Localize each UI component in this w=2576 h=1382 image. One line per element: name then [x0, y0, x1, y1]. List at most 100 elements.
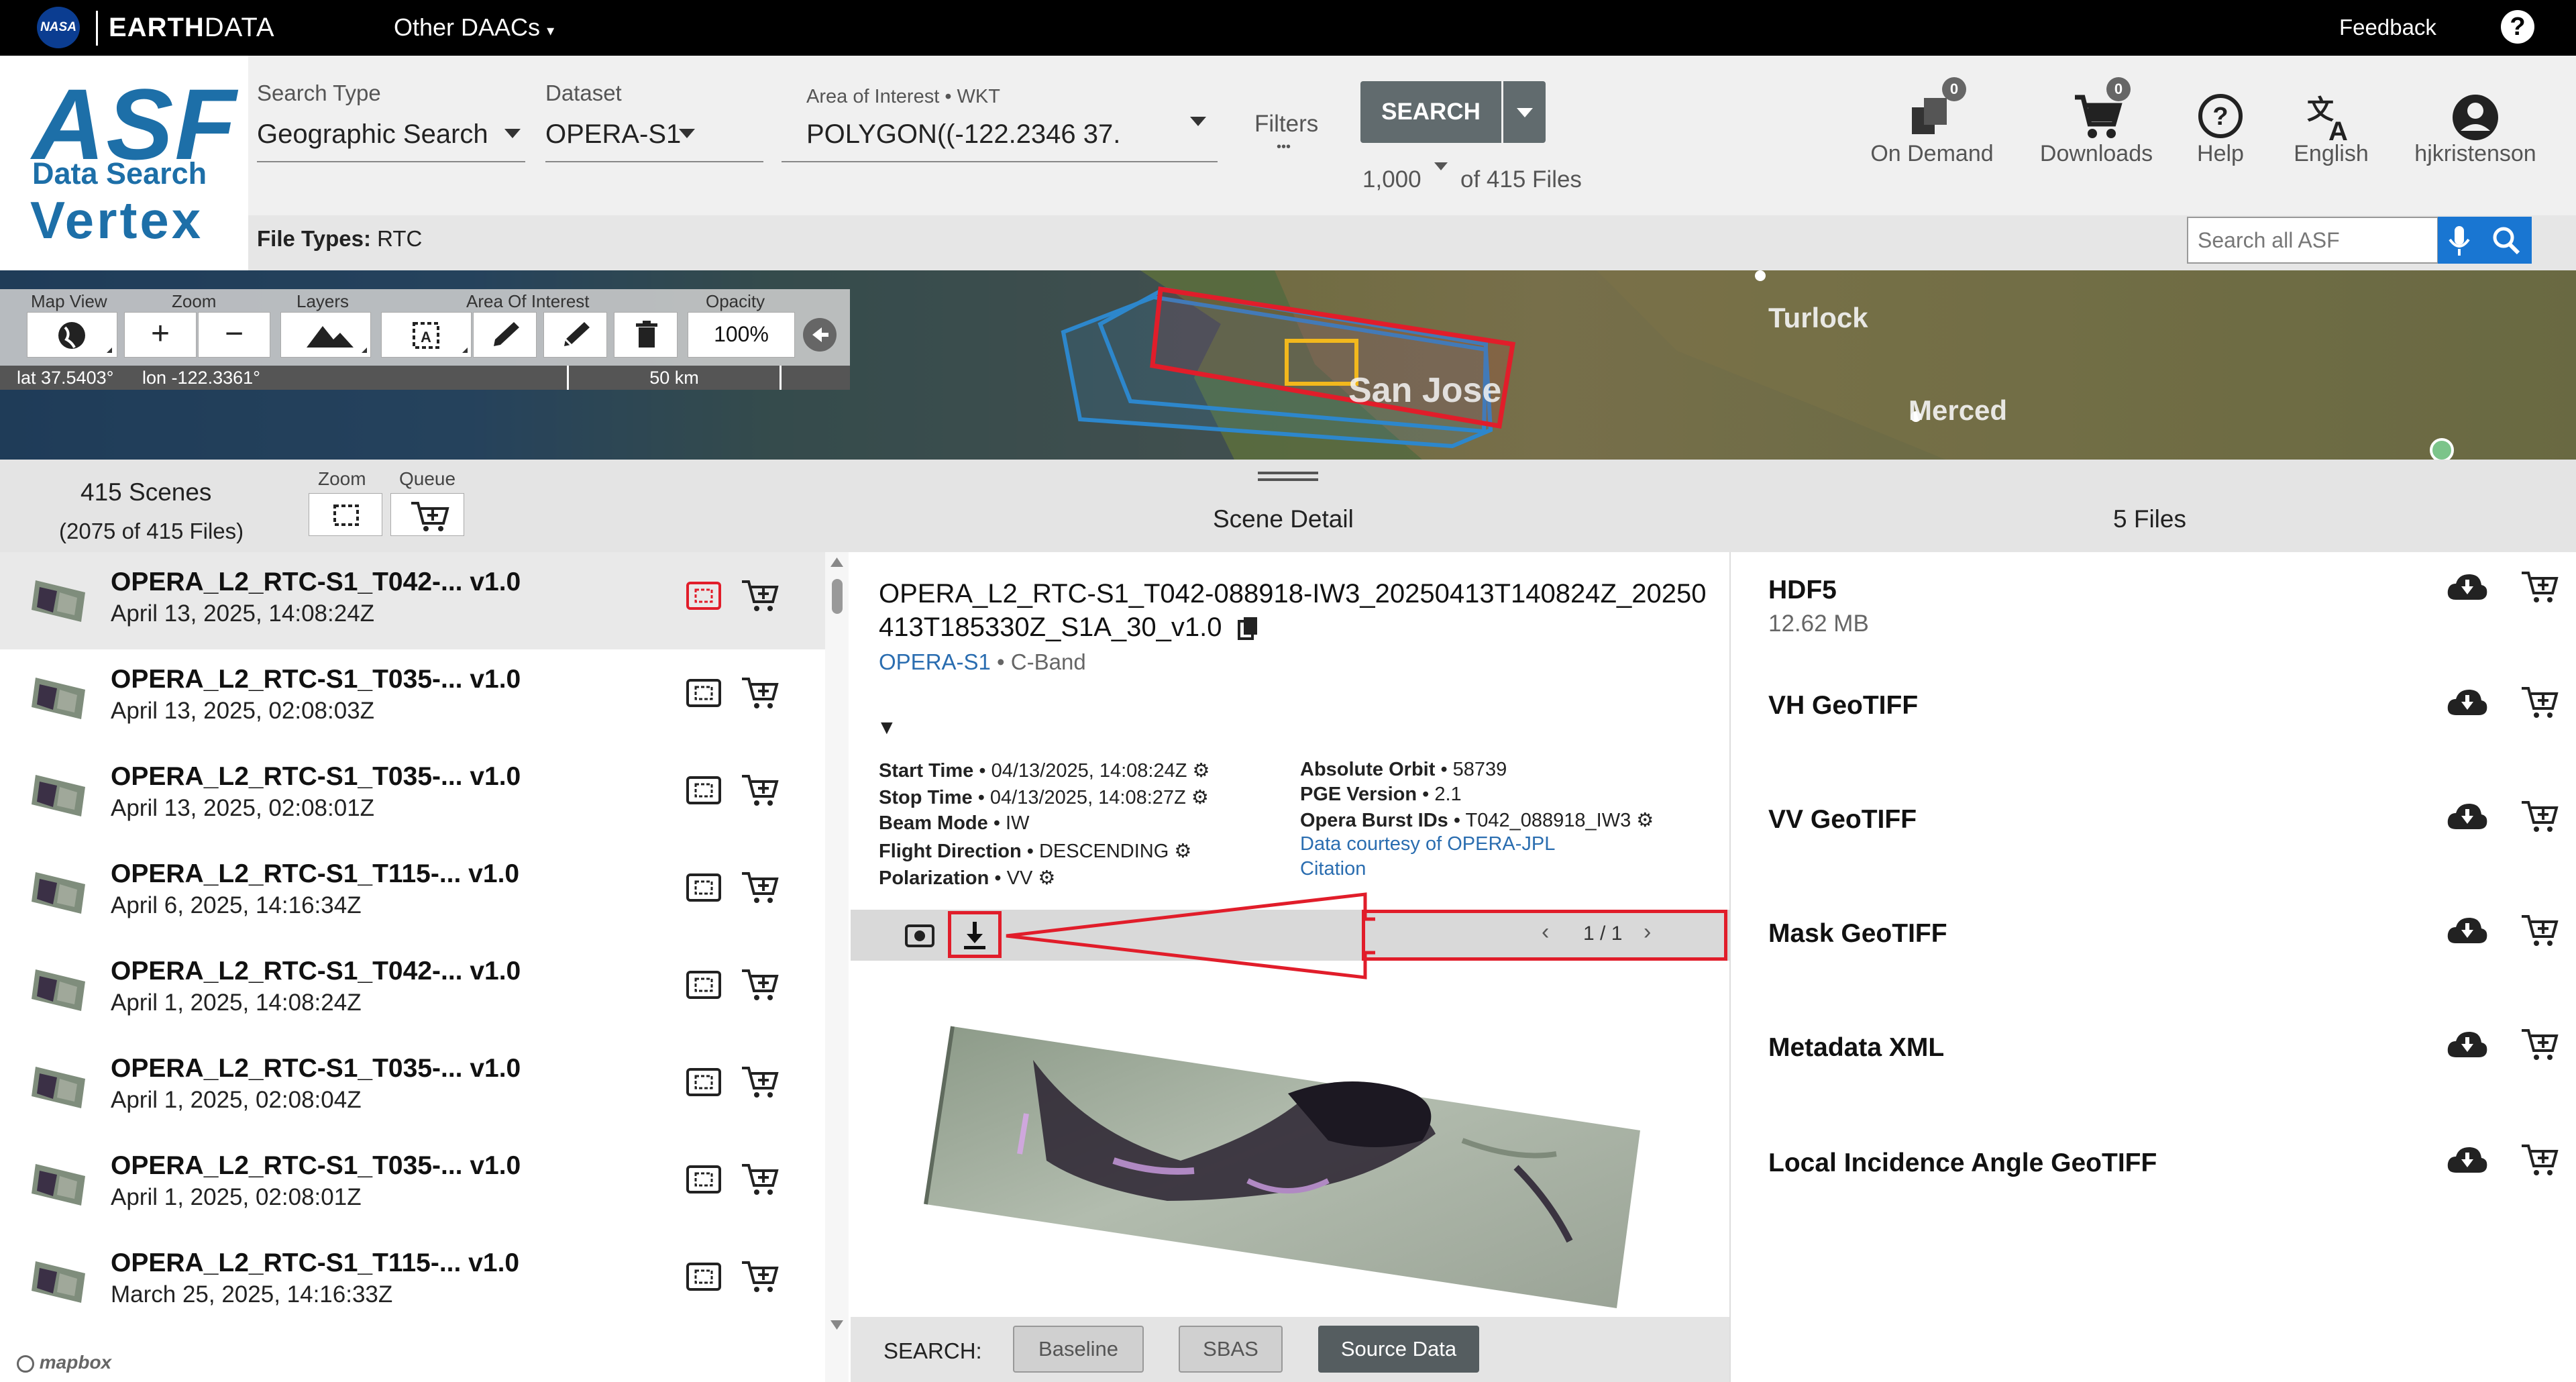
zoom-to-scene-icon[interactable] [684, 579, 724, 613]
on-demand-badge: 0 [1942, 77, 1966, 101]
file-name: VV GeoTIFF [1768, 805, 1917, 834]
add-to-queue-icon[interactable] [739, 1063, 780, 1100]
zoom-to-scene-icon[interactable] [684, 871, 724, 904]
polarization-field: Polarization • VV ⚙ [879, 866, 1055, 890]
scene-row[interactable]: OPERA_L2_RTC-S1_T042-... v1.0 April 1, 20… [0, 941, 825, 1039]
scene-row[interactable]: OPERA_L2_RTC-S1_T115-... v1.0 March 25, 2… [0, 1233, 825, 1330]
add-to-queue-icon[interactable] [739, 576, 780, 614]
add-file-to-queue-button[interactable] [2519, 1140, 2559, 1178]
data-courtesy-link[interactable]: Data courtesy of OPERA-JPL [1300, 833, 1555, 855]
search-options-button[interactable] [1503, 81, 1546, 143]
dataset-link[interactable]: OPERA-S1 [879, 649, 991, 674]
account-circle-icon [2453, 95, 2498, 140]
collapse-toolbar-button[interactable] [802, 317, 838, 353]
zoom-all-button[interactable] [309, 493, 382, 536]
source-data-search-button[interactable]: Source Data [1318, 1326, 1479, 1373]
scene-row[interactable]: OPERA_L2_RTC-S1_T035-... v1.0 April 1, 20… [0, 1039, 825, 1136]
aoi-caret-icon[interactable] [1189, 115, 1208, 127]
zoom-to-scene-icon[interactable] [684, 1065, 724, 1099]
feedback-link[interactable]: Feedback [2339, 15, 2436, 40]
clear-aoi-button[interactable] [614, 312, 678, 358]
gear-icon[interactable]: ⚙ [1038, 867, 1055, 889]
stop-time-label: Stop Time [879, 787, 973, 808]
voice-search-button[interactable] [2438, 217, 2481, 264]
user-account-button[interactable]: hjkristenson [2408, 74, 2542, 174]
add-file-to-queue-button[interactable] [2519, 683, 2559, 721]
scene-list-scrollbar[interactable] [825, 552, 849, 1382]
add-to-queue-icon[interactable] [739, 868, 780, 906]
next-browse-button[interactable]: › [1644, 919, 1651, 945]
gear-icon[interactable]: ⚙ [1192, 760, 1210, 782]
zoom-to-scene-icon[interactable] [684, 968, 724, 1002]
download-file-button[interactable] [2445, 1028, 2489, 1061]
zoom-in-button[interactable]: + [124, 312, 197, 358]
zoom-to-scene-icon[interactable] [684, 676, 724, 710]
nasa-logo[interactable]: NASA [37, 7, 80, 48]
search-all-asf-button[interactable] [2481, 217, 2532, 264]
dataset-caret-icon[interactable] [678, 127, 696, 140]
add-to-queue-icon[interactable] [739, 1160, 780, 1198]
scene-row[interactable]: OPERA_L2_RTC-S1_T035-... v1.0 April 13, 2… [0, 649, 825, 747]
download-file-button[interactable] [2445, 570, 2489, 604]
add-file-to-queue-button[interactable] [2519, 911, 2559, 949]
earthdata-logo[interactable]: EARTHDATA [109, 11, 275, 44]
add-to-queue-icon[interactable] [739, 674, 780, 711]
chevron-right-icon: › [1644, 919, 1652, 945]
gear-icon[interactable]: ⚙ [1636, 810, 1654, 831]
preview-browse-button[interactable] [902, 918, 937, 953]
resize-handle-top[interactable] [1258, 472, 1318, 474]
download-file-button[interactable] [2445, 1143, 2489, 1177]
add-file-to-queue-button[interactable] [2519, 1025, 2559, 1063]
max-results-caret-icon[interactable] [1433, 161, 1449, 172]
download-file-button[interactable] [2445, 800, 2489, 833]
aoi-input[interactable]: POLYGON((-122.2346 37. [806, 119, 1120, 150]
filters-button[interactable]: Filters [1254, 111, 1318, 138]
language-button[interactable]: 文 A English [2288, 74, 2375, 174]
max-results-select[interactable]: 1,000 [1362, 166, 1421, 193]
download-file-button[interactable] [2445, 914, 2489, 947]
zoom-to-scene-icon[interactable] [684, 1260, 724, 1293]
opacity-select[interactable]: 100% [688, 312, 795, 358]
download-file-button[interactable] [2445, 686, 2489, 719]
scene-row[interactable]: OPERA_L2_RTC-S1_T035-... v1.0 April 13, 2… [0, 747, 825, 844]
on-demand-button[interactable]: 0 On Demand [1870, 74, 1994, 174]
gear-icon[interactable]: ⚙ [1174, 841, 1191, 862]
draw-shape-button[interactable]: A [381, 312, 472, 358]
layers-button[interactable] [280, 312, 371, 358]
previous-browse-button[interactable]: ‹ [1542, 919, 1549, 945]
other-daacs-menu[interactable]: Other DAACs ▾ [394, 13, 554, 42]
help-button[interactable]: ? Help [2187, 74, 2254, 174]
collapse-metadata-toggle[interactable]: ▼ [877, 716, 897, 739]
add-to-queue-icon[interactable] [739, 771, 780, 808]
browse-image[interactable] [912, 1000, 1650, 1322]
citation-link[interactable]: Citation [1300, 858, 1366, 880]
baseline-search-button[interactable]: Baseline [1013, 1326, 1144, 1373]
add-to-queue-icon[interactable] [739, 965, 780, 1003]
dataset-select[interactable]: OPERA-S1 [545, 119, 681, 150]
zoom-out-button[interactable]: − [198, 312, 270, 358]
help-icon[interactable]: ? [2501, 10, 2534, 44]
mapbox-attribution[interactable]: mapbox [17, 1352, 111, 1373]
map-view-button[interactable] [27, 312, 117, 358]
edit-aoi-button[interactable] [473, 312, 537, 358]
resize-handle-bottom[interactable] [1258, 478, 1318, 481]
zoom-to-scene-icon[interactable] [684, 774, 724, 807]
scene-row[interactable]: OPERA_L2_RTC-S1_T035-... v1.0 April 1, 20… [0, 1136, 825, 1233]
scene-row[interactable]: OPERA_L2_RTC-S1_T042-... v1.0 April 13, 2… [0, 552, 825, 649]
copy-icon[interactable] [1236, 616, 1259, 641]
sbas-search-button[interactable]: SBAS [1179, 1326, 1283, 1373]
scene-date: April 13, 2025, 02:08:03Z [111, 698, 375, 724]
freehand-draw-button[interactable] [543, 312, 607, 358]
gear-icon[interactable]: ⚙ [1191, 787, 1209, 808]
search-type-select[interactable]: Geographic Search [257, 119, 488, 150]
downloads-button[interactable]: 0 Downloads [2039, 74, 2153, 174]
search-button[interactable]: SEARCH [1360, 81, 1501, 143]
zoom-to-scene-icon[interactable] [684, 1163, 724, 1196]
add-file-to-queue-button[interactable] [2519, 797, 2559, 835]
queue-all-button[interactable] [390, 493, 464, 536]
scene-row[interactable]: OPERA_L2_RTC-S1_T115-... v1.0 April 6, 20… [0, 844, 825, 941]
add-to-queue-icon[interactable] [739, 1257, 780, 1295]
search-all-asf-input[interactable]: Search all ASF [2187, 217, 2438, 264]
search-type-caret-icon[interactable] [503, 127, 522, 140]
add-file-to-queue-button[interactable] [2519, 568, 2559, 605]
